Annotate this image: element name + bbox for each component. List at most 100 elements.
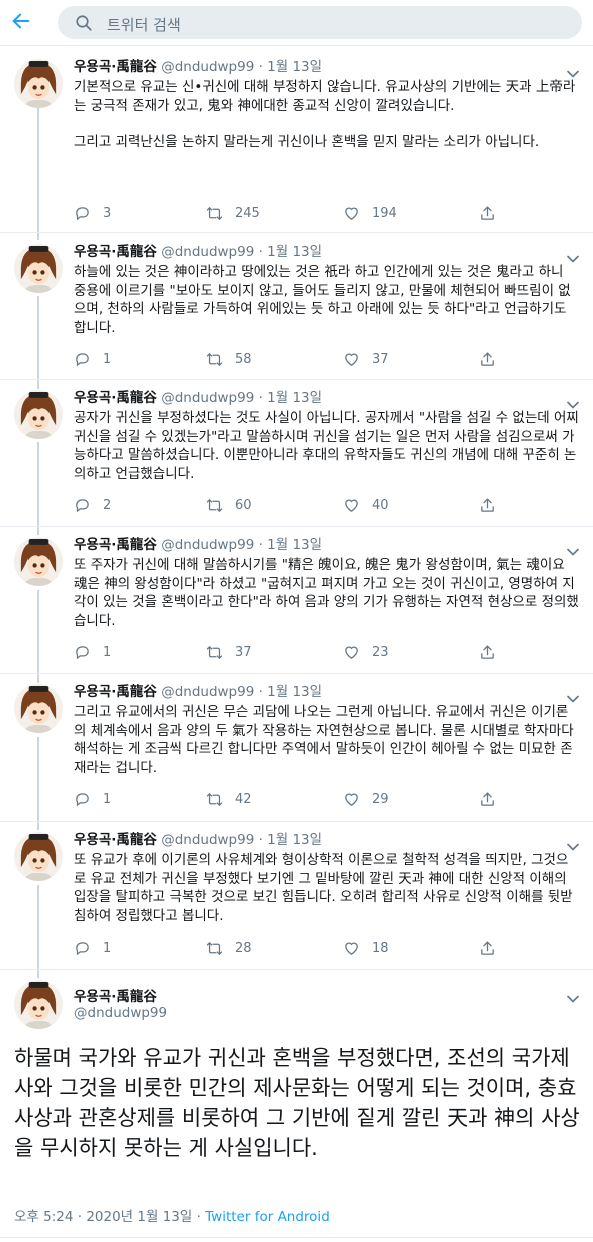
- like-button[interactable]: 29: [343, 791, 389, 808]
- author-name[interactable]: 우용곡·禹龍谷: [74, 985, 157, 1005]
- retweet-button[interactable]: 37: [206, 644, 252, 661]
- retweet-count: 37: [235, 645, 252, 660]
- tweet-meta: @dndudwp99 · 1월 13일: [161, 390, 323, 406]
- author-name[interactable]: 우용곡·禹龍谷: [74, 390, 157, 406]
- retweet-button[interactable]: 58: [206, 351, 252, 368]
- retweet-button[interactable]: 245: [206, 205, 260, 222]
- like-count: 194: [372, 206, 397, 221]
- retweet-button[interactable]: 42: [206, 791, 252, 808]
- avatar[interactable]: [14, 684, 63, 733]
- tweet-header: 우용곡·禹龍谷 @dndudwp99 · 1월 13일: [74, 832, 322, 849]
- reply-icon: [74, 791, 91, 808]
- reply-button[interactable]: 1: [74, 644, 111, 661]
- reply-icon: [74, 205, 91, 222]
- author-name[interactable]: 우용곡·禹龍谷: [74, 832, 157, 848]
- tweet[interactable]: 우용곡·禹龍谷 @dndudwp99 · 1월 13일 하늘에 있는 것은 神이…: [0, 244, 593, 384]
- reply-count: 2: [103, 498, 112, 513]
- divider: [0, 379, 593, 380]
- author-name[interactable]: 우용곡·禹龍谷: [74, 537, 157, 553]
- like-button[interactable]: 37: [343, 351, 389, 368]
- avatar[interactable]: [14, 59, 63, 108]
- chevron-down-icon[interactable]: [567, 836, 579, 844]
- chevron-down-icon[interactable]: [567, 248, 579, 256]
- retweet-icon: [206, 791, 223, 808]
- reply-icon: [74, 351, 91, 368]
- like-button[interactable]: 194: [343, 205, 397, 222]
- avatar[interactable]: [14, 390, 63, 439]
- arrow-left-icon[interactable]: [10, 10, 32, 32]
- tweet-text: 기본적으로 유교는 신•귀신에 대해 부정하지 않습니다. 유교사상의 기반에는…: [74, 78, 579, 152]
- reply-button[interactable]: 1: [74, 351, 111, 368]
- reply-count: 1: [103, 941, 112, 956]
- tweet[interactable]: 우용곡·禹龍谷 @dndudwp99 · 1월 13일 공자가 귀신을 부정하셨…: [0, 390, 593, 530]
- tweet[interactable]: 우용곡·禹龍谷 @dndudwp99 · 1월 13일 기본적으로 유교는 신•…: [0, 59, 593, 229]
- tweet-header: 우용곡·禹龍谷 @dndudwp99 · 1월 13일: [74, 59, 322, 76]
- like-count: 40: [372, 498, 389, 513]
- tweet-meta: @dndudwp99 · 1월 13일: [161, 244, 323, 260]
- tweet-paragraph: 그리고 유교에서의 귀신은 무슨 괴담에 나오는 그런게 아닙니다. 유교에서 …: [74, 704, 574, 776]
- tweet-text: 또 유교가 후에 이기론의 사유체계와 형이상학적 이론으로 철학적 성격을 띄…: [74, 851, 579, 925]
- retweet-button[interactable]: 60: [206, 497, 252, 514]
- share-button[interactable]: [479, 351, 508, 368]
- share-button[interactable]: [479, 940, 508, 957]
- retweet-icon: [206, 940, 223, 957]
- reply-button[interactable]: 1: [74, 940, 111, 957]
- like-button[interactable]: 40: [343, 497, 389, 514]
- heart-icon: [343, 940, 360, 957]
- tweet-text: 하늘에 있는 것은 神이라하고 땅에있는 것은 祇라 하고 인간에게 있는 것은…: [74, 263, 579, 337]
- share-button[interactable]: [479, 644, 508, 661]
- reply-button[interactable]: 1: [74, 791, 111, 808]
- chevron-down-icon[interactable]: [567, 63, 579, 71]
- tweet[interactable]: 우용곡·禹龍谷 @dndudwp99 · 1월 13일 또 유교가 후에 이기론…: [0, 832, 593, 972]
- author-name[interactable]: 우용곡·禹龍谷: [74, 684, 157, 700]
- share-icon: [479, 351, 496, 368]
- main-tweet-text: 하물며 국가와 유교가 귀신과 혼백을 부정했다면, 조선의 국가제사와 그것을…: [14, 1046, 580, 1160]
- tweet-header: 우용곡·禹龍谷 @dndudwp99 · 1월 13일: [74, 244, 322, 261]
- tweet-meta: @dndudwp99 · 1월 13일: [161, 59, 323, 75]
- retweet-icon: [206, 644, 223, 661]
- tweet[interactable]: 우용곡·禹龍谷 @dndudwp99 · 1월 13일 또 주자가 귀신에 대해…: [0, 537, 593, 677]
- chevron-down-icon[interactable]: [567, 988, 579, 996]
- avatar[interactable]: [14, 537, 63, 586]
- avatar[interactable]: [14, 980, 63, 1029]
- search-icon: [75, 14, 93, 32]
- author-name[interactable]: 우용곡·禹龍谷: [74, 244, 157, 260]
- share-icon: [479, 644, 496, 661]
- heart-icon: [343, 791, 360, 808]
- tweet-paragraph: 또 유교가 후에 이기론의 사유체계와 형이상학적 이론으로 철학적 성격을 띄…: [74, 852, 573, 924]
- timestamp-text[interactable]: 오후 5:24 · 2020년 1월 13일 ·: [14, 1209, 205, 1225]
- heart-icon: [343, 497, 360, 514]
- like-button[interactable]: 23: [343, 644, 389, 661]
- avatar[interactable]: [14, 832, 63, 881]
- share-button[interactable]: [479, 497, 508, 514]
- tweet-paragraph: 기본적으로 유교는 신•귀신에 대해 부정하지 않습니다. 유교사상의 기반에는…: [74, 79, 576, 114]
- reply-icon: [74, 497, 91, 514]
- share-button[interactable]: [479, 791, 508, 808]
- tweet-header: 우용곡·禹龍谷 @dndudwp99 · 1월 13일: [74, 684, 322, 701]
- chevron-down-icon[interactable]: [567, 541, 579, 549]
- tweet-source-link[interactable]: Twitter for Android: [205, 1209, 330, 1225]
- chevron-down-icon[interactable]: [567, 688, 579, 696]
- author-name[interactable]: 우용곡·禹龍谷: [74, 59, 157, 75]
- tweet-paragraph: 공자가 귀신을 부정하셨다는 것도 사실이 아닙니다. 공자께서 "사람을 섬길…: [74, 410, 579, 482]
- share-icon: [479, 205, 496, 222]
- search-placeholder: 트위터 검색: [107, 16, 181, 34]
- retweet-button[interactable]: 28: [206, 940, 252, 957]
- author-handle[interactable]: @dndudwp99: [74, 1005, 167, 1021]
- chevron-down-icon[interactable]: [567, 394, 579, 402]
- tweet-actions: 2 60 40: [74, 497, 504, 515]
- heart-icon: [343, 205, 360, 222]
- reply-count: 1: [103, 792, 112, 807]
- tweet-timestamp: 오후 5:24 · 2020년 1월 13일 · Twitter for And…: [14, 1205, 330, 1225]
- share-button[interactable]: [479, 205, 508, 222]
- like-button[interactable]: 18: [343, 940, 389, 957]
- divider: [0, 232, 593, 233]
- reply-button[interactable]: 2: [74, 497, 111, 514]
- tweet-text: 공자가 귀신을 부정하셨다는 것도 사실이 아닙니다. 공자께서 "사람을 섬길…: [74, 409, 579, 483]
- reply-button[interactable]: 3: [74, 205, 111, 222]
- avatar[interactable]: [14, 244, 63, 293]
- tweet-text: 또 주자가 귀신에 대해 말씀하시기를 "精은 魄이요, 魄은 鬼가 왕성함이며…: [74, 556, 579, 630]
- search-input[interactable]: 트위터 검색: [58, 6, 582, 39]
- divider: [0, 969, 593, 970]
- tweet[interactable]: 우용곡·禹龍谷 @dndudwp99 · 1월 13일 그리고 유교에서의 귀신…: [0, 684, 593, 824]
